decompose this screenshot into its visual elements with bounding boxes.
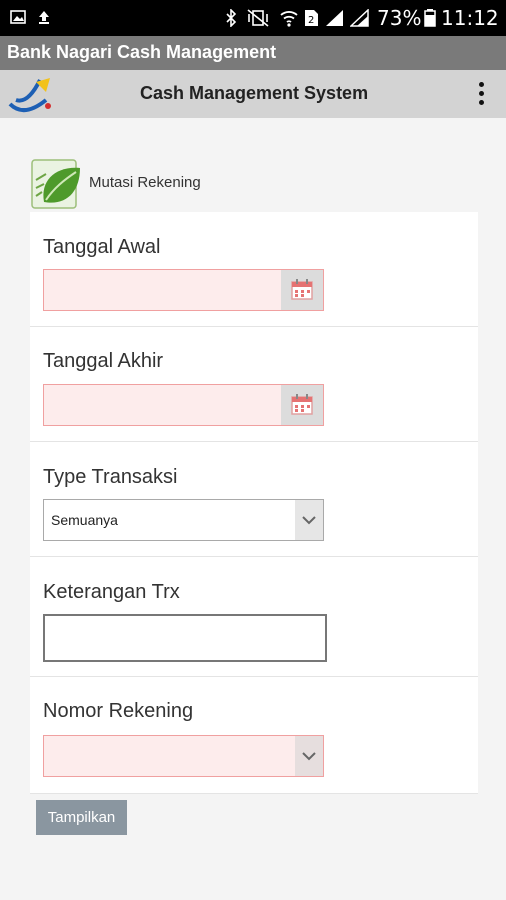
end-date-label: Tanggal Akhir	[43, 350, 164, 372]
bank-logo-icon	[8, 78, 51, 112]
bluetooth-icon	[226, 9, 237, 27]
start-date-label: Tanggal Awal	[43, 236, 161, 258]
app-title: Bank Nagari Cash Management	[7, 42, 277, 62]
overflow-menu-button[interactable]	[472, 80, 492, 108]
statement-leaf-icon	[31, 159, 80, 209]
trx-type-dropdown-toggle[interactable]	[295, 500, 323, 540]
chevron-down-icon	[302, 752, 316, 761]
account-number-dropdown-toggle[interactable]	[295, 736, 323, 776]
trx-note-row: Keterangan Trx	[30, 557, 478, 677]
calendar-icon	[291, 279, 313, 300]
end-date-input[interactable]	[43, 384, 324, 426]
section-title: Mutasi Rekening	[89, 174, 201, 191]
menu-dot-icon	[479, 100, 484, 105]
trx-note-label: Keterangan Trx	[43, 581, 180, 603]
show-button[interactable]: Tampilkan	[36, 800, 127, 835]
mute-vibrate-icon	[247, 9, 269, 27]
wifi-icon	[280, 11, 298, 27]
section-header: Mutasi Rekening	[30, 158, 330, 210]
signal-icon	[350, 9, 369, 27]
trx-type-label: Type Transaksi	[43, 466, 178, 488]
svg-text:2: 2	[308, 15, 314, 26]
toolbar: Cash Management System	[0, 70, 506, 118]
menu-dot-icon	[479, 91, 484, 96]
app-title-bar: Bank Nagari Cash Management	[0, 36, 506, 70]
battery-icon	[424, 9, 436, 27]
start-date-row: Tanggal Awal	[30, 212, 478, 327]
image-notification-icon	[10, 10, 26, 24]
end-date-calendar-button[interactable]	[281, 385, 323, 425]
trx-type-row: Type Transaksi Semuanya	[30, 442, 478, 557]
end-date-row: Tanggal Akhir	[30, 327, 478, 442]
start-date-calendar-button[interactable]	[281, 270, 323, 310]
menu-dot-icon	[479, 82, 484, 87]
mutation-form: Tanggal Awal Tanggal Akhir Type Transaks…	[30, 212, 478, 794]
toolbar-title: Cash Management System	[140, 83, 369, 103]
upload-notification-icon	[39, 11, 49, 24]
trx-type-select[interactable]: Semuanya	[43, 499, 324, 541]
clock: 11:12	[441, 6, 499, 30]
sim-icon: 2	[305, 10, 318, 26]
trx-note-input[interactable]	[43, 614, 327, 662]
account-number-row: Nomor Rekening	[30, 677, 478, 794]
calendar-icon	[291, 394, 313, 415]
account-number-select[interactable]	[43, 735, 324, 777]
battery-percentage: 73%	[377, 6, 422, 30]
account-number-label: Nomor Rekening	[43, 700, 194, 722]
status-bar: 2 73% 11:12	[0, 0, 506, 36]
signal-icon	[326, 10, 343, 26]
start-date-input[interactable]	[43, 269, 324, 311]
chevron-down-icon	[302, 516, 316, 525]
trx-type-selected: Semuanya	[51, 512, 118, 528]
